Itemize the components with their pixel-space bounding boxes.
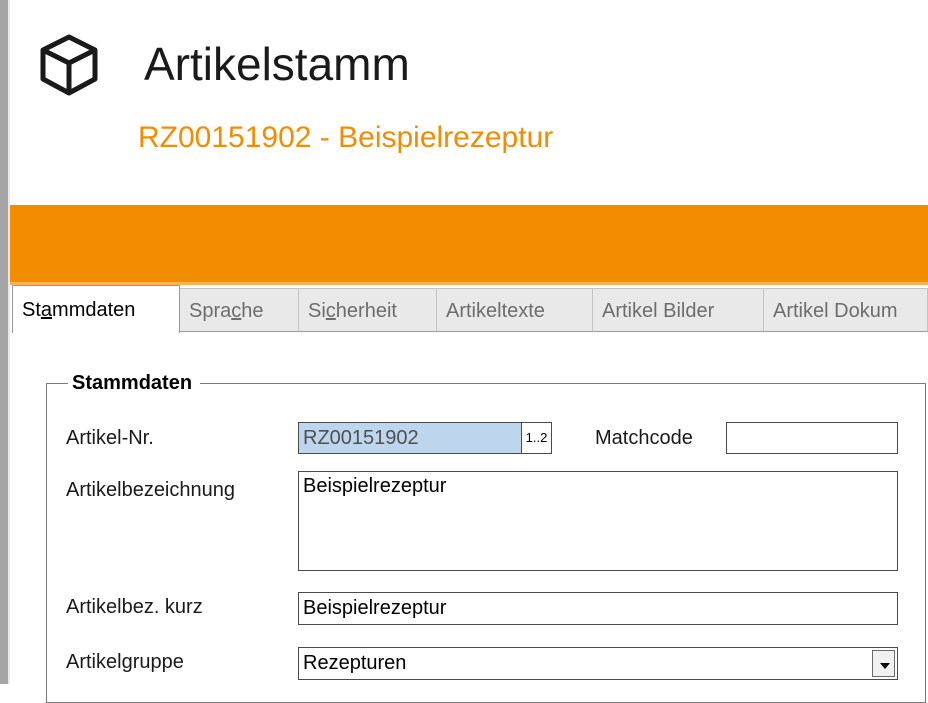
- artikelbezeichnung-label: Artikelbezeichnung: [66, 479, 235, 501]
- page-header: Artikelstamm RZ00151902 - Beispielrezept…: [10, 0, 928, 205]
- artikel-nr-input[interactable]: RZ00151902: [298, 422, 527, 454]
- artikelbezeichnung-textarea[interactable]: Beispielrezeptur: [298, 471, 898, 571]
- matchcode-label: Matchcode: [595, 427, 693, 449]
- groupbox-title: Stammdaten: [68, 372, 201, 394]
- tab-artikeltexte[interactable]: Artikeltexte: [437, 288, 593, 332]
- chevron-down-icon[interactable]: [872, 650, 895, 677]
- window-left-border: [0, 0, 8, 684]
- record-subtitle: RZ00151902 - Beispielrezeptur: [138, 121, 554, 154]
- tab-sprache[interactable]: Sprache: [180, 288, 299, 332]
- tab-stammdaten[interactable]: Stammdaten: [12, 285, 180, 333]
- artikelbez-kurz-label: Artikelbez. kurz: [66, 596, 203, 618]
- tab-strip: Stammdaten Sprache Sicherheit Artikeltex…: [10, 285, 928, 337]
- tab-artikel-dokumente[interactable]: Artikel Dokum: [764, 288, 928, 332]
- page-title: Artikelstamm: [144, 38, 410, 90]
- tab-artikel-bilder[interactable]: Artikel Bilder: [593, 288, 764, 332]
- numbering-button[interactable]: 1..2: [521, 422, 552, 454]
- tab-content: Stammdaten Artikel-Nr. RZ00151902 1..2 M…: [10, 337, 928, 703]
- tab-sicherheit[interactable]: Sicherheit: [299, 288, 437, 332]
- box-icon: [40, 34, 98, 96]
- accent-bar: [10, 205, 928, 282]
- artikelgruppe-label: Artikelgruppe: [66, 651, 184, 673]
- matchcode-input[interactable]: [726, 422, 898, 454]
- artikel-nr-label: Artikel-Nr.: [66, 427, 154, 449]
- artikelgruppe-select[interactable]: Rezepturen: [298, 647, 898, 680]
- artikelbez-kurz-input[interactable]: Beispielrezeptur: [298, 592, 898, 625]
